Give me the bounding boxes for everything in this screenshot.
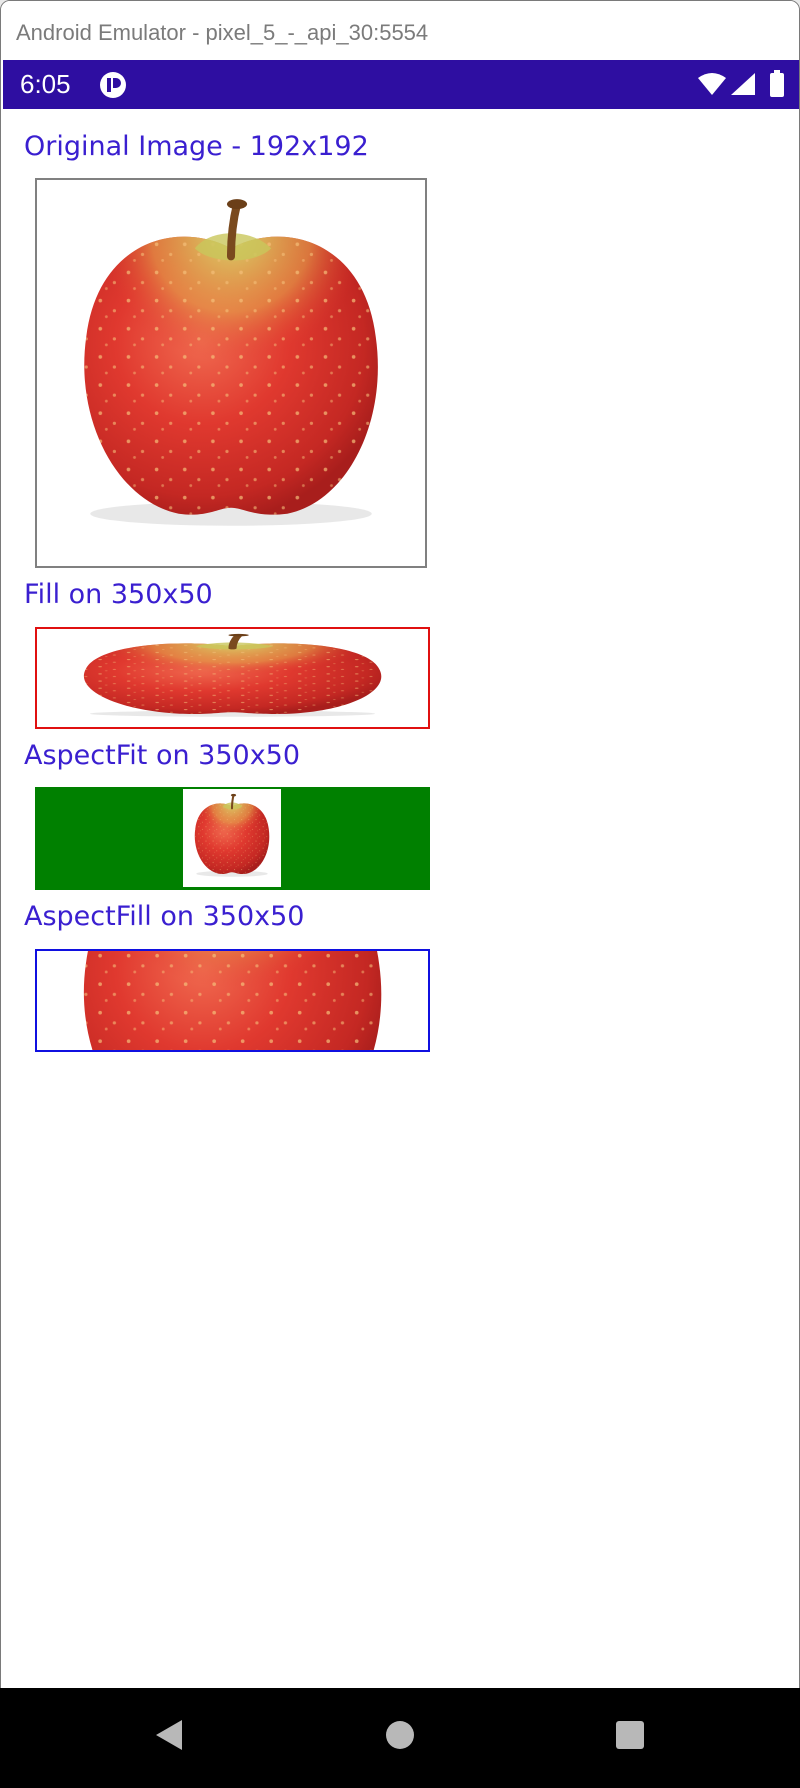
aspectfill-image-frame: [35, 949, 430, 1052]
emulator-window: Android Emulator - pixel_5_-_api_30:5554…: [0, 0, 800, 1788]
window-title: Android Emulator - pixel_5_-_api_30:5554: [16, 20, 429, 45]
status-time: 6:05: [20, 69, 71, 99]
fill-label: Fill on 350x50: [24, 579, 213, 610]
original-image: [35, 178, 427, 568]
original-image-label: Original Image - 192x192: [24, 131, 369, 162]
aspectfit-label: AspectFit on 350x50: [24, 740, 301, 771]
home-icon[interactable]: [383, 1718, 427, 1762]
app-content: Original Image - 192x192 Fill on 350x50 …: [3, 109, 799, 1689]
apple-image-aspectfit: [183, 789, 281, 887]
apple-image-fill: [37, 629, 428, 727]
apple-image: [37, 180, 425, 566]
aspectfit-image-frame: [35, 787, 430, 890]
cellular-signal-icon: [730, 72, 756, 100]
wifi-icon: [697, 72, 727, 100]
app-notification-icon: [99, 71, 127, 103]
back-icon[interactable]: [152, 1718, 196, 1762]
apple-image-aspectfill: [37, 949, 428, 1052]
battery-icon: [769, 70, 785, 102]
status-bar: 6:05: [3, 60, 799, 109]
aspectfill-label: AspectFill on 350x50: [24, 901, 305, 932]
navigation-bar: [0, 1688, 800, 1788]
window-title-bar[interactable]: Android Emulator - pixel_5_-_api_30:5554: [1, 1, 799, 60]
fill-image-frame: [35, 627, 430, 729]
recents-icon[interactable]: [613, 1718, 657, 1762]
